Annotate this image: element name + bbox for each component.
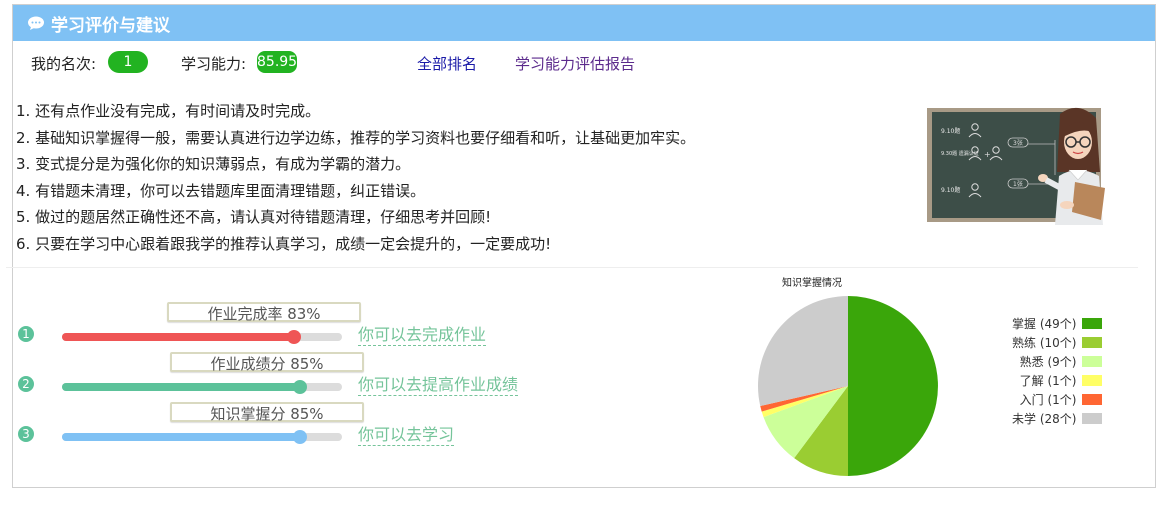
board-row-2: 9.30题 遗漏认证 bbox=[941, 150, 979, 157]
board-row-1: 9.10题 bbox=[941, 128, 960, 135]
board-row-3: 9.10题 bbox=[941, 187, 960, 194]
info-row: 我的名次: 1 学习能力: 85.95 全部排名 学习能力评估报告 bbox=[13, 41, 1155, 81]
progress-track bbox=[62, 330, 342, 344]
metric-number: 3 bbox=[18, 426, 34, 442]
svg-text:+: + bbox=[984, 150, 991, 159]
advice-item: 6. 只要在学习中心跟着跟我学的推荐认真学习，成绩一定会提升的，一定要成功! bbox=[16, 234, 552, 253]
progress-fill bbox=[62, 383, 300, 391]
legend-swatch bbox=[1082, 318, 1103, 329]
legend-swatch bbox=[1082, 394, 1103, 405]
legend-item: 熟练 (10个) bbox=[1012, 333, 1103, 352]
advice-list: 1. 还有点作业没有完成，有时间请及时完成。 2. 基础知识掌握得一般，需要认真… bbox=[16, 98, 695, 257]
section-divider bbox=[6, 267, 1138, 268]
metric-knowledge-mastery: 3 知识掌握分 85% 你可以去学习 bbox=[0, 400, 520, 448]
advice-item: 2. 基础知识掌握得一般，需要认真进行边学边练，推荐的学习资料也要仔细看和听，让… bbox=[16, 128, 696, 147]
board-tag-1: 3张 bbox=[1013, 139, 1023, 147]
metric-label: 作业成绩分 85% bbox=[170, 352, 364, 373]
rank-badge: 1 bbox=[108, 51, 148, 73]
chart-title: 知识掌握情况 bbox=[782, 278, 842, 289]
action-go-study[interactable]: 你可以去学习 bbox=[358, 425, 455, 446]
pie-slice-掌握 bbox=[848, 296, 938, 476]
legend-label: 熟悉 (9个) bbox=[1019, 355, 1077, 369]
legend-item: 未学 (28个) bbox=[1012, 409, 1103, 428]
legend-swatch bbox=[1082, 356, 1103, 367]
metric-homework-score: 2 作业成绩分 85% 你可以去提高作业成绩 bbox=[0, 350, 520, 398]
chart-legend: 掌握 (49个) 熟练 (10个) 熟悉 (9个) 了解 (1个) 入门 (1个) 未学 … bbox=[1012, 314, 1103, 428]
progress-knob bbox=[287, 330, 302, 344]
action-complete-homework[interactable]: 你可以去完成作业 bbox=[358, 325, 487, 346]
all-rank-link[interactable]: 全部排名 bbox=[417, 53, 477, 74]
advice-item: 3. 变式提分是为强化你的知识薄弱点，有成为学霸的潜力。 bbox=[16, 155, 411, 173]
panel-title: 学习评价与建议 bbox=[51, 15, 170, 36]
legend-swatch bbox=[1082, 337, 1103, 348]
panel-header: 学习评价与建议 bbox=[13, 5, 1155, 41]
legend-label: 未学 (28个) bbox=[1012, 412, 1077, 426]
progress-track bbox=[62, 380, 342, 394]
metric-number: 2 bbox=[18, 376, 34, 392]
chat-icon bbox=[28, 16, 44, 30]
progress-fill bbox=[62, 433, 300, 441]
advice-item: 5. 做过的题居然正确性还不高，请认真对待错题清理，仔细思考并回顾! bbox=[16, 208, 492, 226]
board-tag-2: 1张 bbox=[1013, 180, 1023, 188]
legend-label: 入门 (1个) bbox=[1019, 393, 1077, 407]
progress-knob bbox=[293, 380, 307, 394]
action-improve-score[interactable]: 你可以去提高作业成绩 bbox=[358, 375, 519, 396]
rank-label: 我的名次: bbox=[31, 55, 97, 73]
legend-label: 了解 (1个) bbox=[1019, 374, 1077, 388]
knowledge-pie-chart bbox=[758, 296, 938, 476]
metric-label: 知识掌握分 85% bbox=[170, 402, 364, 423]
ability-badge: 85.95 bbox=[257, 51, 297, 73]
legend-item: 入门 (1个) bbox=[1012, 390, 1103, 409]
progress-knob bbox=[293, 430, 307, 444]
metric-label: 作业完成率 83% bbox=[167, 302, 361, 323]
progress-track bbox=[62, 430, 342, 444]
legend-item: 熟悉 (9个) bbox=[1012, 352, 1103, 371]
report-link[interactable]: 学习能力评估报告 bbox=[515, 53, 635, 74]
advice-item: 1. 还有点作业没有完成，有时间请及时完成。 bbox=[16, 102, 321, 120]
legend-label: 熟练 (10个) bbox=[1012, 336, 1077, 350]
ability-label: 学习能力: bbox=[181, 55, 247, 73]
teacher-illustration: 9.10题 9.30题 遗漏认证 9.10题 + 3张 1张 bbox=[927, 107, 1105, 225]
legend-swatch bbox=[1082, 375, 1103, 386]
metric-homework-completion: 1 作业完成率 83% 你可以去完成作业 bbox=[0, 300, 520, 348]
legend-swatch bbox=[1082, 413, 1103, 424]
legend-item: 掌握 (49个) bbox=[1012, 314, 1103, 333]
legend-item: 了解 (1个) bbox=[1012, 371, 1103, 390]
metric-number: 1 bbox=[18, 326, 34, 342]
legend-label: 掌握 (49个) bbox=[1012, 317, 1077, 331]
progress-fill bbox=[62, 333, 295, 341]
advice-item: 4. 有错题未清理，你可以去错题库里面清理错题，纠正错误。 bbox=[16, 181, 426, 200]
